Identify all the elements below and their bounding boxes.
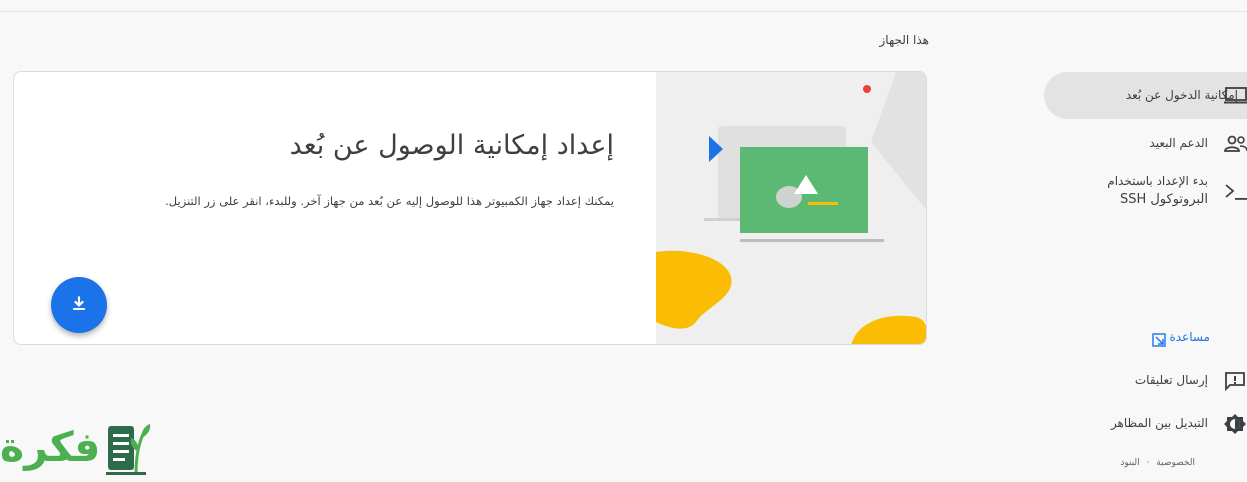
nav-item-label: الدعم البعيد	[1149, 136, 1208, 150]
nav-item-remote-access[interactable]: إمكانية الدخول عن بُعد	[1044, 72, 1247, 119]
card-title: إعداد إمكانية الوصول عن بُعد	[289, 130, 614, 161]
people-icon	[1224, 134, 1247, 158]
card-illustration	[656, 72, 926, 344]
nav-item-label-line2: البروتوكول SSH	[1119, 192, 1208, 207]
nav-item-label: التبديل بين المظاهر	[1110, 416, 1208, 430]
download-icon	[69, 293, 89, 317]
terms-link[interactable]: البنود	[1120, 458, 1139, 468]
watermark-logo: فكرة	[0, 414, 152, 478]
card-description: يمكنك إعداد جهاز الكمبيوتر هذا للوصول إل…	[165, 194, 614, 208]
privacy-link[interactable]: الخصوصية	[1156, 458, 1195, 468]
top-divider	[0, 11, 1247, 12]
nav-item-remote-support[interactable]: الدعم البعيد	[1044, 128, 1247, 158]
notebook-plant-logo	[104, 418, 152, 482]
nav-item-ssh-setup[interactable]: بدء الإعداد باستخدام البروتوكول SSH	[1044, 170, 1247, 212]
download-button[interactable]	[51, 277, 107, 333]
nav-item-send-feedback[interactable]: إرسال تعليقات	[1044, 368, 1247, 394]
nav-item-label-line1: بدء الإعداد باستخدام	[1107, 174, 1208, 188]
footer-separator: ·	[1146, 458, 1150, 468]
help-link[interactable]: مساعدة	[1100, 326, 1210, 350]
help-label: مساعدة	[1169, 330, 1210, 344]
brightness-icon	[1224, 413, 1246, 439]
nav-item-label: إرسال تعليقات	[1134, 373, 1208, 387]
remote-access-setup-card: إعداد إمكانية الوصول عن بُعد يمكنك إعداد…	[13, 71, 927, 345]
footer-links: الخصوصية · البنود	[1120, 458, 1195, 468]
open-in-new-icon	[1152, 332, 1166, 351]
watermark-text: فكرة	[0, 423, 101, 471]
nav-item-label: إمكانية الدخول عن بُعد	[1125, 88, 1238, 102]
feedback-icon	[1224, 371, 1246, 395]
nav-item-theme-toggle[interactable]: التبديل بين المظاهر	[1044, 410, 1247, 438]
terminal-icon	[1224, 182, 1247, 206]
laptop-icon	[1224, 87, 1247, 109]
section-title: هذا الجهاز	[879, 33, 930, 47]
